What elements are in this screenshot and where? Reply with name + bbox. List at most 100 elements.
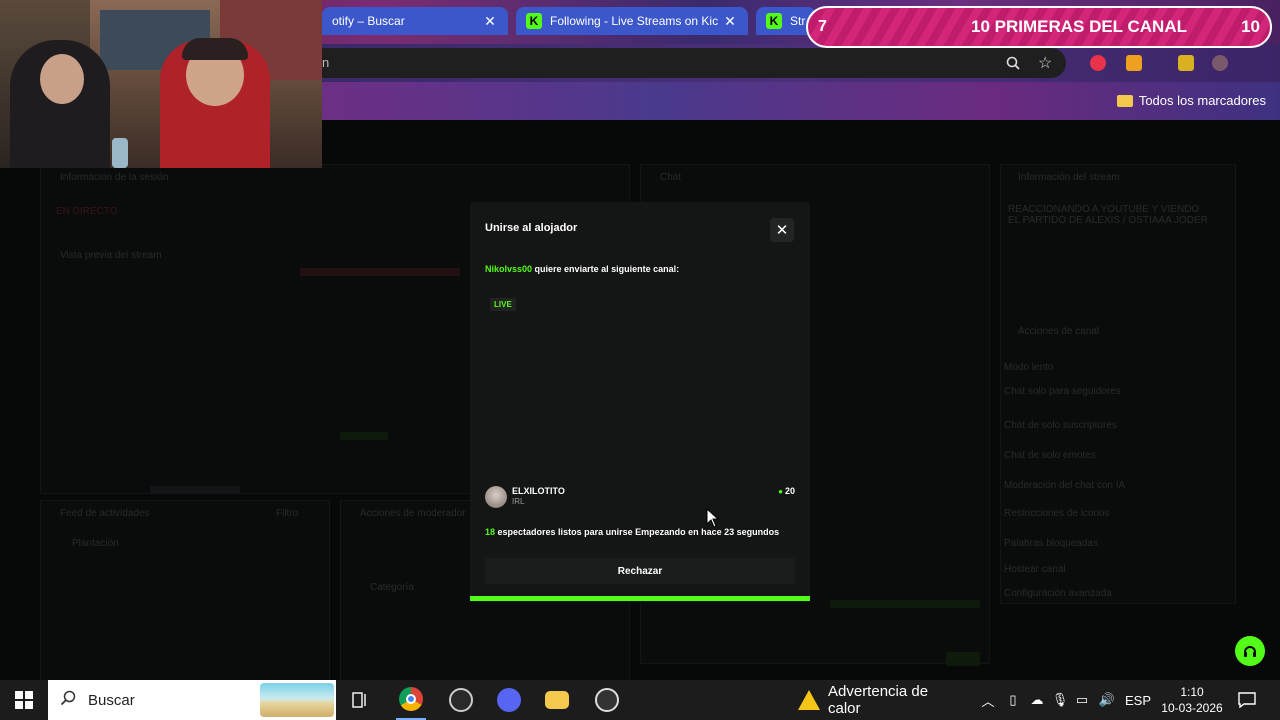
session-title: Información de la sesión [60,172,169,183]
setting-host-channel[interactable]: Hostear canal [1004,564,1066,575]
feed-filter[interactable]: Filtro [276,508,298,519]
start-button[interactable] [0,680,48,720]
date: 10-03-2026 [1161,701,1223,715]
heat-warning[interactable]: Advertencia de calor [798,680,962,720]
channel-category: IRL [512,497,525,506]
setting-slow-mode[interactable]: Modo lento [1004,362,1053,373]
dialog-message: Nikolvss00 quiere enviarte al siguiente … [485,264,679,274]
viewer-count: ● 20 [778,486,795,496]
setting-ai-moderation[interactable]: Moderación del chat con IA [1004,480,1125,491]
channel-avatar [485,486,507,508]
chevron-up-icon[interactable]: ︿ [980,680,996,720]
taskbar-search[interactable]: Buscar [48,680,336,720]
language-indicator[interactable]: ESP [1124,680,1152,720]
setting-followers-only[interactable]: Chat solo para seguidores [1004,386,1121,397]
countdown-progress [470,596,810,601]
time: 1:10 [1180,685,1204,699]
mod-title: Acciones de moderador [360,508,466,519]
address-bar[interactable]: n ☆ [322,48,1066,78]
tab-kick-following[interactable]: K Following - Live Streams on Kic ✕ [516,7,748,35]
tab-title: Stre [790,14,806,28]
zoom-icon[interactable] [1006,56,1020,73]
usb-icon[interactable]: ▯ [1004,680,1022,720]
extension-icon[interactable] [1178,55,1194,71]
url-fragment: n [322,55,330,70]
starting-label: Empezando en hace 23 segundos [635,527,780,537]
ready-status: 18 espectadores listos para unirse Empez… [485,527,779,537]
tab-title: otify – Buscar [332,14,405,28]
clock[interactable]: 1:10 10-03-2026 [1158,680,1226,720]
info-text: REACCIONANDO A YOUTUBE Y VIENDO EL PARTI… [1008,204,1208,226]
feed-title: Feed de actividades [60,508,150,519]
browser-toolbar: n ☆ [322,44,1280,82]
feed-panel [40,500,330,700]
ready-count: 18 [485,527,496,537]
windows-taskbar: Buscar Advertencia de calor ︿ ▯ ☁ 🎙 ▭ 🔊 … [0,680,1280,720]
live-badge: LIVE [490,298,516,311]
tab-title: Following - Live Streams on Kic [550,14,719,28]
channel-name: ELXILOTITO [512,486,565,496]
all-bookmarks[interactable]: Todos los marcadores [1116,93,1266,108]
microphone-icon[interactable]: 🎙 [1052,680,1069,720]
headset-icon[interactable] [1235,636,1265,666]
chat-title: Chat [660,172,682,183]
app-icon[interactable] [592,680,622,720]
chrome-icon[interactable] [396,680,426,720]
can [112,138,128,168]
channel-actions-title: Acciones de canal [1018,326,1100,337]
channel-info[interactable]: ELXILOTITO IRL ● 20 [485,486,795,510]
heat-warning-label: Advertencia de calor [828,683,929,717]
reject-button[interactable]: Rechazar [485,558,795,584]
tab-spotify-search[interactable]: otify – Buscar ✕ [322,7,508,35]
bookmark-star-icon[interactable]: ☆ [1038,53,1052,73]
file-explorer-icon[interactable] [542,680,572,720]
extension-icon[interactable] [1090,55,1106,71]
setting-icon-restrictions[interactable]: Restricciones de iconos [1004,508,1110,519]
stream-preview[interactable]: LIVE [485,288,795,478]
kick-logo-icon: K [766,13,782,29]
promo-left-number: 7 [818,18,827,35]
host-join-dialog: Unirse al alojador ✕ Nikolvss00 quiere e… [470,202,810,602]
tab-close-icon[interactable]: ✕ [482,13,498,30]
dialog-title: Unirse al alojador [485,222,578,234]
onedrive-icon[interactable]: ☁ [1028,680,1046,720]
countdown-progress-fill [470,596,810,601]
search-icon [60,690,76,711]
sender-username[interactable]: Nikolvss00 [485,264,532,274]
promo-right-number: 10 [1241,17,1260,36]
windows-logo-icon [15,691,33,709]
setting-subs-only[interactable]: Chat de solo suscriptores [1004,420,1117,431]
setting-advanced[interactable]: Configuración avanzada [1004,588,1112,599]
profile-avatar[interactable] [1212,55,1228,71]
bookmarks-bar: Todos los marcadores [322,82,1280,120]
setting-emotes-only[interactable]: Chat de solo emotes [1004,450,1096,461]
live-tag: EN DIRECTO [56,206,118,217]
category-label: Categoría [370,582,414,593]
extension-icon[interactable] [1126,55,1142,71]
obs-icon[interactable] [446,680,476,720]
setting-blocked-words[interactable]: Palabras bloqueadas [1004,538,1098,549]
warning-icon [798,690,820,710]
close-icon[interactable]: ✕ [770,218,794,242]
folder-icon [1116,94,1133,107]
promo-banner: 7 10 PRIMERAS DEL CANAL 10 [806,6,1272,48]
kick-logo-icon: K [526,13,542,29]
search-placeholder: Buscar [88,691,135,709]
message-text: quiere enviarte al siguiente canal: [534,264,680,274]
live-dot-icon: ● [778,487,783,496]
ready-label: espectadores listos para unirse [497,527,633,537]
task-view-icon[interactable] [346,680,374,720]
viewer-count-value: 20 [784,486,795,496]
feed-item: Plantación [72,538,119,549]
webcam-overlay [0,0,322,168]
preview-title: Vista previa del stream [60,250,162,261]
network-icon[interactable]: ▭ [1074,680,1090,720]
info-title: Información del stream [1018,172,1120,183]
search-highlight-image [260,683,334,717]
all-bookmarks-label: Todos los marcadores [1138,93,1266,108]
volume-icon[interactable]: 🔊 [1098,680,1116,720]
discord-icon[interactable] [494,680,524,720]
screen: Información de la sesión EN DIRECTO Vist… [0,0,1280,720]
tab-close-icon[interactable]: ✕ [722,13,738,30]
notifications-icon[interactable] [1236,680,1258,720]
